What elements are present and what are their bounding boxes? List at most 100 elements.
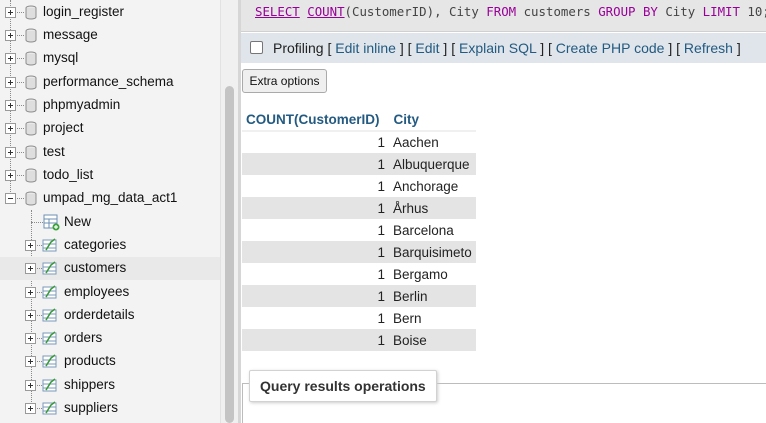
expand-icon[interactable] (5, 147, 16, 158)
expand-icon[interactable] (5, 30, 16, 41)
expand-icon[interactable] (5, 7, 16, 18)
table-row[interactable]: 1 Aachen (242, 131, 476, 153)
tree-item-shippers[interactable]: shippers (0, 374, 220, 397)
tree-item-message[interactable]: message (0, 24, 220, 47)
table-row[interactable]: 1 Bergamo (242, 263, 476, 285)
tree-label[interactable]: todo_list (43, 167, 93, 182)
cell-count: 1 (242, 241, 389, 263)
tree-item-orders[interactable]: orders (0, 327, 220, 350)
table-icon (42, 308, 57, 322)
cell-count: 1 (242, 219, 389, 241)
tree-label[interactable]: customers (64, 260, 126, 275)
bracket: ] [ (664, 40, 684, 56)
tree-label[interactable]: phpmyadmin (43, 97, 120, 112)
table-row[interactable]: 1 Berlin (242, 285, 476, 307)
profiling-checkbox[interactable] (250, 41, 263, 54)
expand-icon[interactable] (5, 53, 16, 64)
sql-options-links: Profiling [ Edit inline ] [ Edit ] [ Exp… (273, 40, 741, 56)
main-content: SELECT COUNT(CustomerID), City FROM cust… (241, 0, 766, 423)
table-row[interactable]: 1 Boise (242, 329, 476, 351)
tree-item-new-table[interactable]: New (0, 211, 220, 234)
cell-count: 1 (242, 131, 389, 153)
tree-label[interactable]: shippers (64, 377, 115, 392)
tree-item-performance-schema[interactable]: performance_schema (0, 71, 220, 94)
column-header-city[interactable]: City (389, 108, 477, 132)
tree-item-orderdetails[interactable]: orderdetails (0, 304, 220, 327)
tree-item-employees[interactable]: employees (0, 281, 220, 304)
explain-sql-link[interactable]: Explain SQL (459, 40, 536, 56)
extra-options-button[interactable]: Extra options (242, 69, 327, 93)
table-row[interactable]: 1 Barcelona (242, 219, 476, 241)
tree-item-login-register[interactable]: login_register (0, 1, 220, 24)
expand-icon[interactable] (25, 380, 36, 391)
tree-item-mysql[interactable]: mysql (0, 47, 220, 70)
tree-item-customers[interactable]: customers (0, 257, 220, 280)
table-icon (42, 378, 57, 392)
sql-table: customers (516, 4, 599, 19)
tree-item-suppliers[interactable]: suppliers (0, 397, 220, 420)
edit-inline-link[interactable]: Edit inline (335, 40, 396, 56)
edit-link[interactable]: Edit (415, 40, 439, 56)
tree-item-test[interactable]: test (0, 141, 220, 164)
cell-city: Bern (389, 307, 476, 329)
tree-item-project[interactable]: project (0, 117, 220, 140)
tree-label[interactable]: categories (64, 237, 126, 252)
tree-label[interactable]: test (43, 144, 65, 159)
table-row[interactable]: 1 Bern (242, 307, 476, 329)
expand-icon[interactable] (25, 310, 36, 321)
table-row[interactable]: 1 Albuquerque (242, 153, 476, 175)
database-icon (25, 51, 37, 66)
sql-function[interactable]: COUNT (307, 4, 344, 19)
sql-query-text: SELECT COUNT(CustomerID), City FROM cust… (255, 4, 766, 19)
tree-label[interactable]: message (43, 27, 98, 42)
navigation-scrollbar[interactable] (220, 0, 238, 423)
tree-item-products[interactable]: products (0, 350, 220, 373)
tree-label[interactable]: New (64, 214, 91, 229)
scrollbar-thumb[interactable] (225, 86, 234, 423)
tree-label[interactable]: login_register (43, 4, 124, 19)
expand-icon[interactable] (5, 77, 16, 88)
tree-item-phpmyadmin[interactable]: phpmyadmin (0, 94, 220, 117)
expand-icon[interactable] (25, 403, 36, 414)
tree-label[interactable]: orders (64, 330, 102, 345)
expand-icon[interactable] (5, 123, 16, 134)
cell-count: 1 (242, 285, 389, 307)
tree-label[interactable]: project (43, 120, 84, 135)
query-results-operations-title: Query results operations (249, 370, 437, 402)
expand-icon[interactable] (5, 170, 16, 181)
expand-icon[interactable] (25, 240, 36, 251)
cell-city: Barcelona (389, 219, 476, 241)
tree-label[interactable]: performance_schema (43, 74, 174, 89)
table-row[interactable]: 1 Anchorage (242, 175, 476, 197)
cell-count: 1 (242, 153, 389, 175)
cell-city: Berlin (389, 285, 476, 307)
database-icon (25, 168, 37, 183)
expand-icon[interactable] (25, 263, 36, 274)
sql-keyword[interactable]: SELECT (255, 4, 300, 19)
database-icon (25, 121, 37, 136)
collapse-icon[interactable] (5, 193, 16, 204)
expand-icon[interactable] (25, 333, 36, 344)
tree-label[interactable]: orderdetails (64, 307, 135, 322)
tree-item-categories[interactable]: categories (0, 234, 220, 257)
tree-label[interactable]: mysql (43, 50, 78, 65)
tree-label[interactable]: employees (64, 284, 129, 299)
sql-query-box: SELECT COUNT(CustomerID), City FROM cust… (241, 0, 766, 32)
tree-item-umpad-mg-data-act1[interactable]: umpad_mg_data_act1 (0, 187, 220, 210)
expand-icon[interactable] (25, 356, 36, 367)
table-row[interactable]: 1 Barquisimeto (242, 241, 476, 263)
tree-label[interactable]: suppliers (64, 400, 118, 415)
cell-count: 1 (242, 175, 389, 197)
bracket: ] [ (536, 40, 556, 56)
tree-label[interactable]: umpad_mg_data_act1 (43, 190, 177, 205)
expand-icon[interactable] (5, 100, 16, 111)
expand-icon[interactable] (25, 287, 36, 298)
cell-count: 1 (242, 197, 389, 219)
refresh-link[interactable]: Refresh (684, 40, 733, 56)
create-php-code-link[interactable]: Create PHP code (556, 40, 665, 56)
tree-item-todo-list[interactable]: todo_list (0, 164, 220, 187)
tree-label[interactable]: products (64, 353, 116, 368)
table-row[interactable]: 1 Århus (242, 197, 476, 219)
column-header-count[interactable]: COUNT(CustomerID) (242, 108, 390, 132)
profiling-label[interactable]: Profiling (273, 40, 324, 56)
